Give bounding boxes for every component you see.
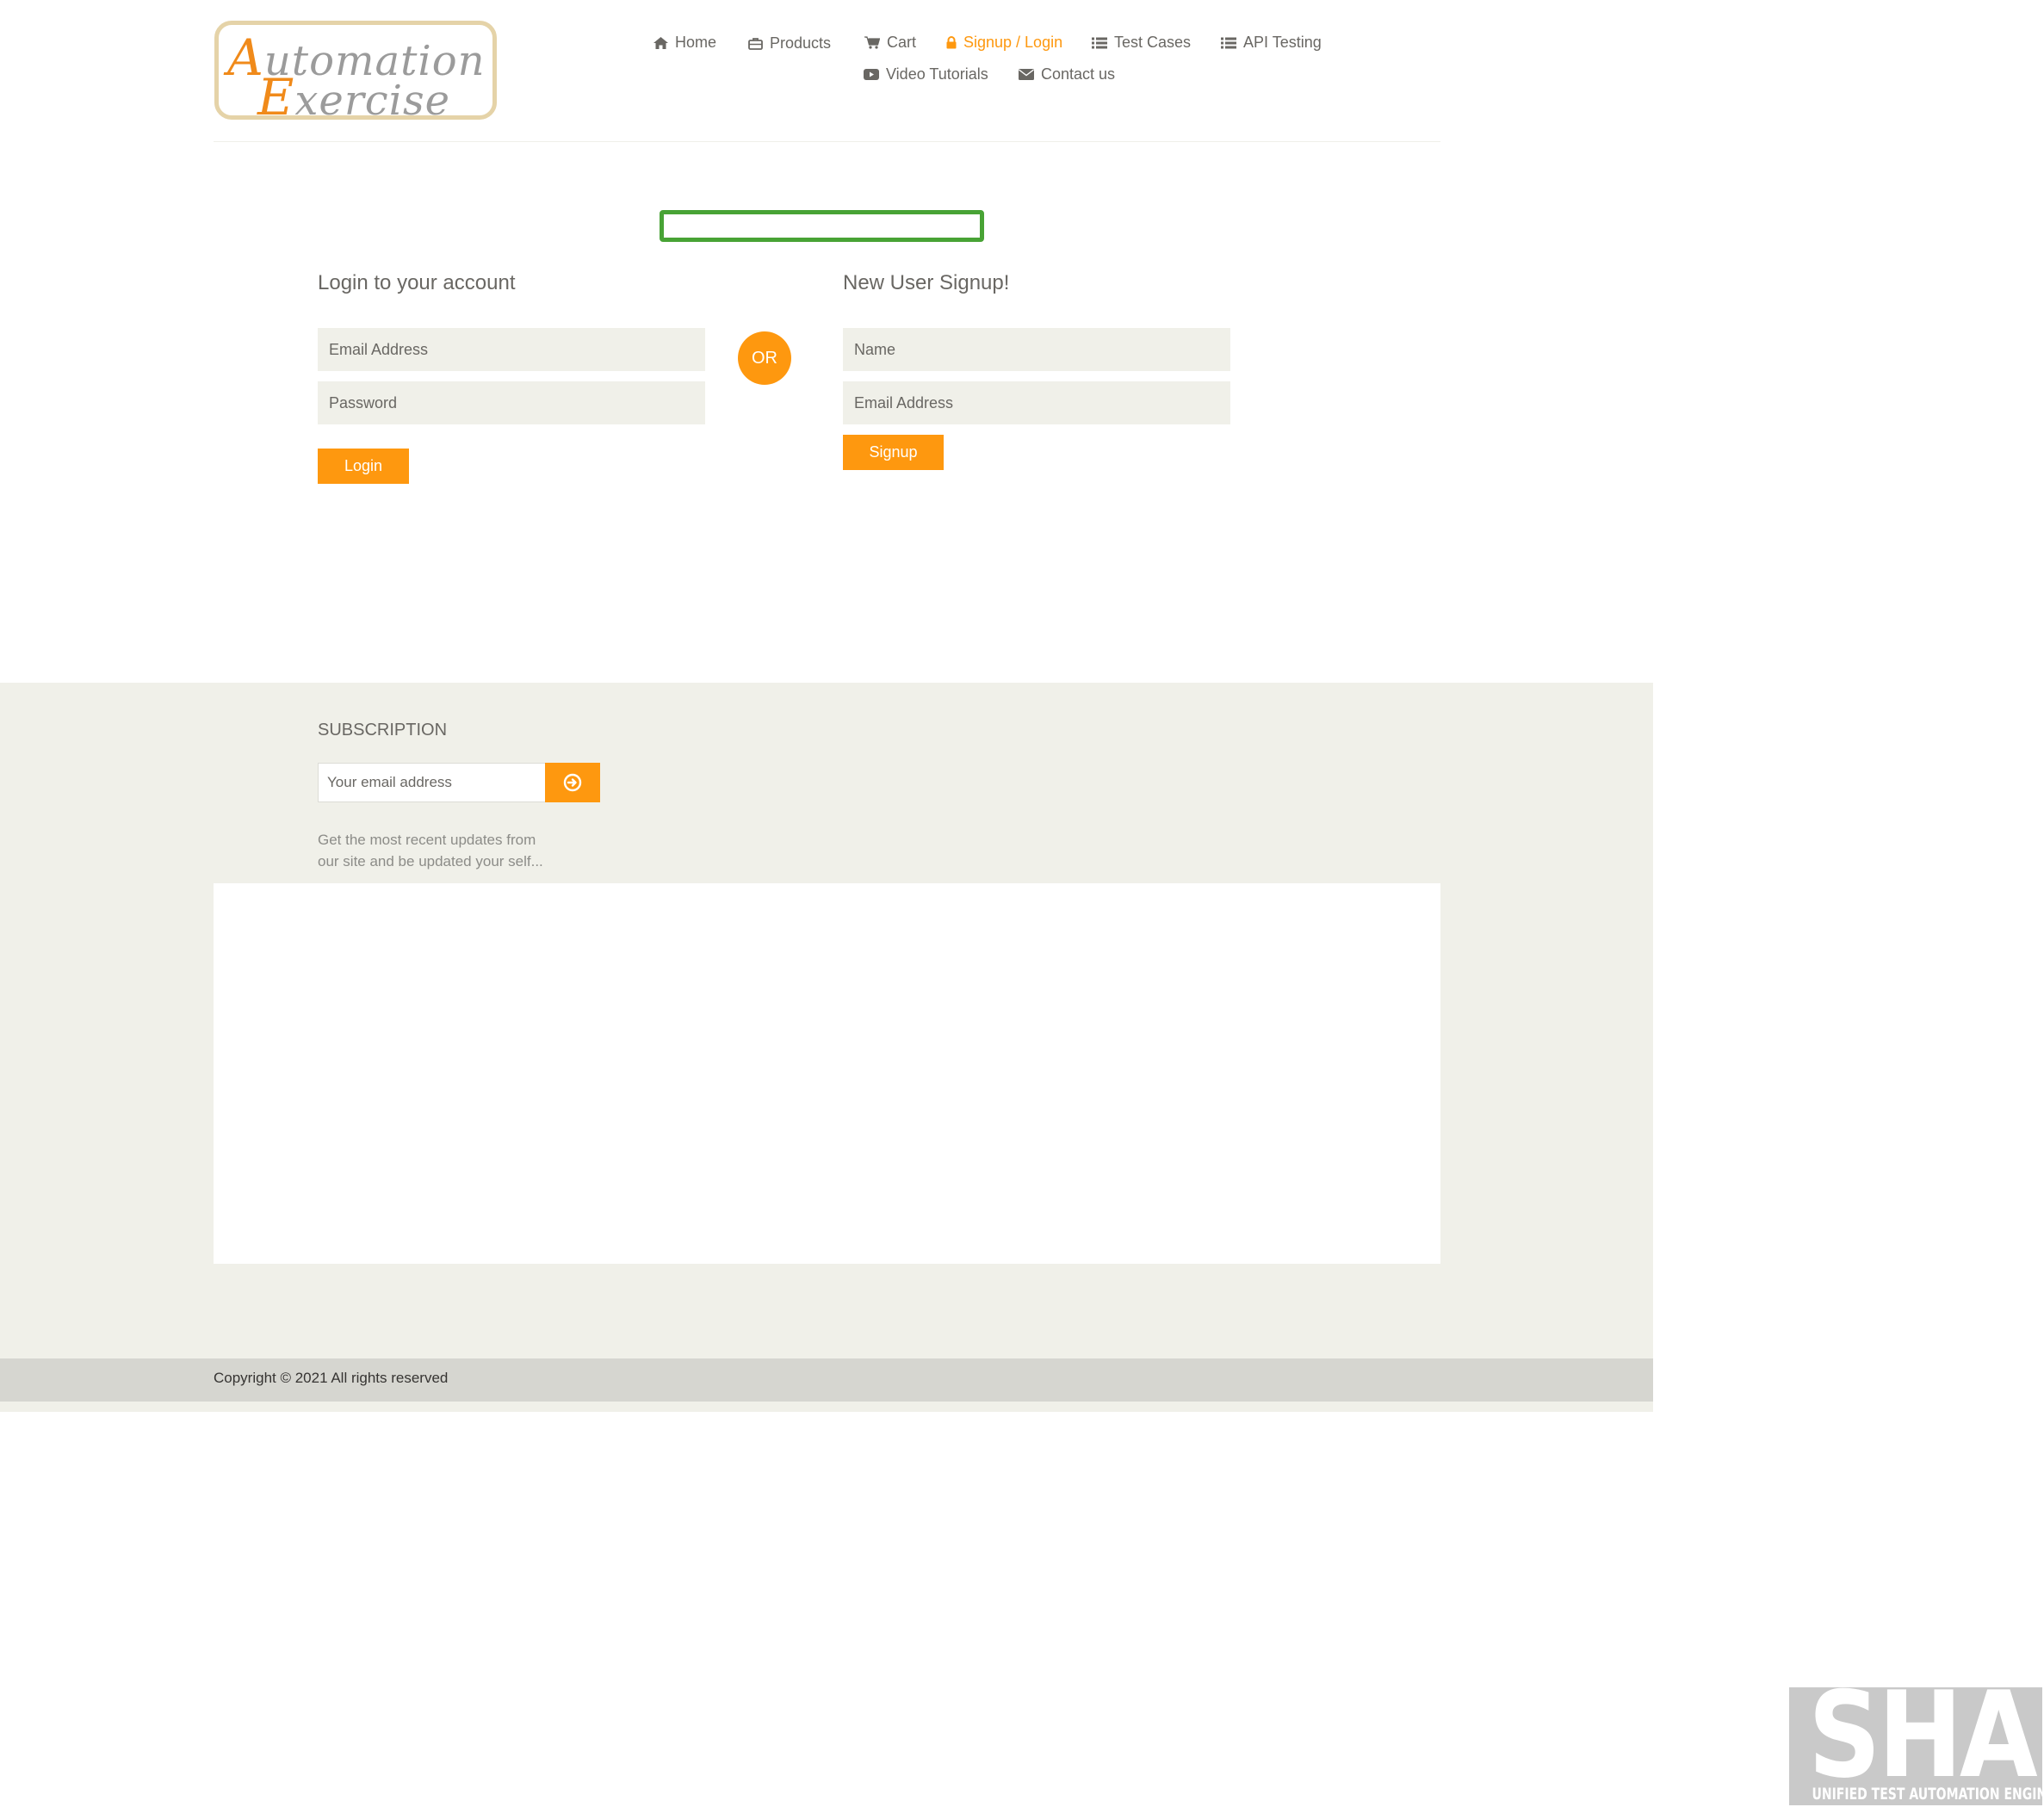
nav-cart[interactable]: Cart (864, 34, 916, 52)
login-button[interactable]: Login (318, 449, 409, 484)
subscribe-button[interactable] (545, 763, 600, 802)
signup-name-input[interactable] (843, 328, 1230, 371)
subscription-email-input[interactable] (318, 763, 546, 802)
logo-line-2: Exercise (257, 68, 451, 127)
login-heading: Login to your account (318, 271, 516, 294)
nav-test-cases-label: Test Cases (1114, 34, 1192, 51)
home-icon (653, 36, 668, 49)
nav-home[interactable]: Home (653, 34, 716, 52)
shaft-watermark-logo: SHAFT UNIFIED TEST AUTOMATION ENGINE (1789, 1687, 2042, 1805)
envelope-icon (1019, 69, 1034, 80)
logo-line-2-rest: xercise (294, 77, 451, 125)
nav-products-label: Products (770, 34, 832, 52)
nav-contact-us[interactable]: Contact us (1019, 65, 1115, 84)
nav-signup-login-label: Signup / Login (963, 34, 1063, 51)
arrow-circle-right-icon (563, 773, 582, 792)
or-divider: OR (738, 331, 791, 385)
login-email-input[interactable] (318, 328, 705, 371)
header-divider (214, 141, 1440, 142)
nav-products[interactable]: Products (748, 34, 831, 53)
watermark-title: SHAFT (1808, 1687, 2042, 1804)
subscription-description: Get the most recent updates from our sit… (318, 829, 576, 872)
login-password-input[interactable] (318, 381, 705, 424)
signup-button[interactable]: Signup (843, 435, 944, 470)
nav-video-tutorials-label: Video Tutorials (886, 65, 988, 83)
cart-icon (864, 36, 880, 49)
products-icon (748, 38, 763, 50)
copyright-text: Copyright © 2021 All rights reserved (214, 1370, 449, 1386)
highlight-box (660, 210, 984, 242)
list-icon (1221, 37, 1236, 48)
nav-test-cases[interactable]: Test Cases (1092, 34, 1191, 52)
nav-home-label: Home (675, 34, 717, 51)
list-icon (1092, 37, 1107, 48)
youtube-icon (864, 69, 879, 80)
signup-heading: New User Signup! (843, 271, 1010, 294)
nav-video-tutorials[interactable]: Video Tutorials (864, 65, 988, 84)
subscription-description-line-1: Get the most recent updates from (318, 832, 536, 848)
signup-email-input[interactable] (843, 381, 1230, 424)
nav-cart-label: Cart (887, 34, 917, 51)
nav-api-testing-label: API Testing (1243, 34, 1322, 51)
lock-icon (946, 36, 957, 49)
watermark-subtitle: UNIFIED TEST AUTOMATION ENGINE (1812, 1785, 2042, 1804)
subscription-title: SUBSCRIPTION (318, 721, 448, 740)
footer-content-panel (214, 883, 1440, 1264)
subscription-description-line-2: our site and be updated your self... (318, 853, 543, 869)
site-logo[interactable]: Automation Exercise (214, 21, 497, 127)
nav-api-testing[interactable]: API Testing (1221, 34, 1322, 52)
nav-signup-login[interactable]: Signup / Login (946, 34, 1062, 52)
nav-contact-us-label: Contact us (1041, 65, 1116, 83)
